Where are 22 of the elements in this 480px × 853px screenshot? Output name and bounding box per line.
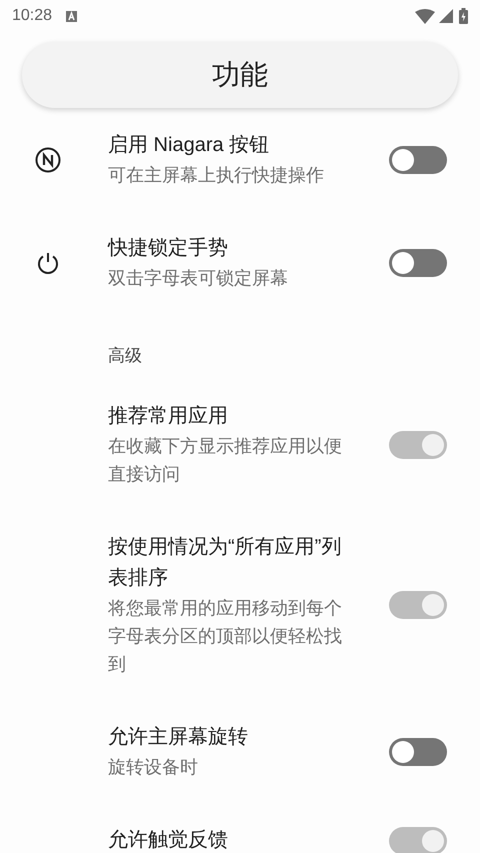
keyboard-app-icon (66, 10, 78, 22)
page-title: 功能 (212, 58, 268, 92)
setting-title: 允许主屏幕旋转 (108, 725, 249, 750)
setting-description: 双击字母表可锁定屏幕 (108, 267, 289, 290)
setting-description: 在收藏下方显示推荐应用以便直接访问 (108, 435, 343, 486)
toggle-switch[interactable] (389, 738, 447, 766)
wifi-icon (415, 8, 435, 24)
setting-description: 可在主屏幕上执行快捷操作 (108, 164, 325, 187)
setting-title: 快捷锁定手势 (108, 236, 229, 261)
battery-icon (459, 8, 468, 24)
toggle-switch[interactable] (389, 248, 447, 276)
setting-description: 将您最常用的应用移动到每个字母表分区的顶部以便轻松找到 (108, 597, 343, 676)
setting-title: 允许触觉反馈 (108, 828, 229, 853)
status-time: 10:28 (12, 6, 52, 26)
setting-description: 旋转设备时 (108, 756, 199, 779)
setting-title: 按使用情况为“所有应用”列表排序 (108, 535, 342, 591)
section-header: 高级 (108, 346, 142, 365)
n-circle-icon (35, 146, 61, 172)
toggle-switch[interactable] (389, 146, 447, 174)
setting-title: 推荐常用应用 (108, 404, 229, 429)
signal-icon (439, 9, 453, 23)
setting-title: 启用 Niagara 按钮 (108, 133, 270, 158)
